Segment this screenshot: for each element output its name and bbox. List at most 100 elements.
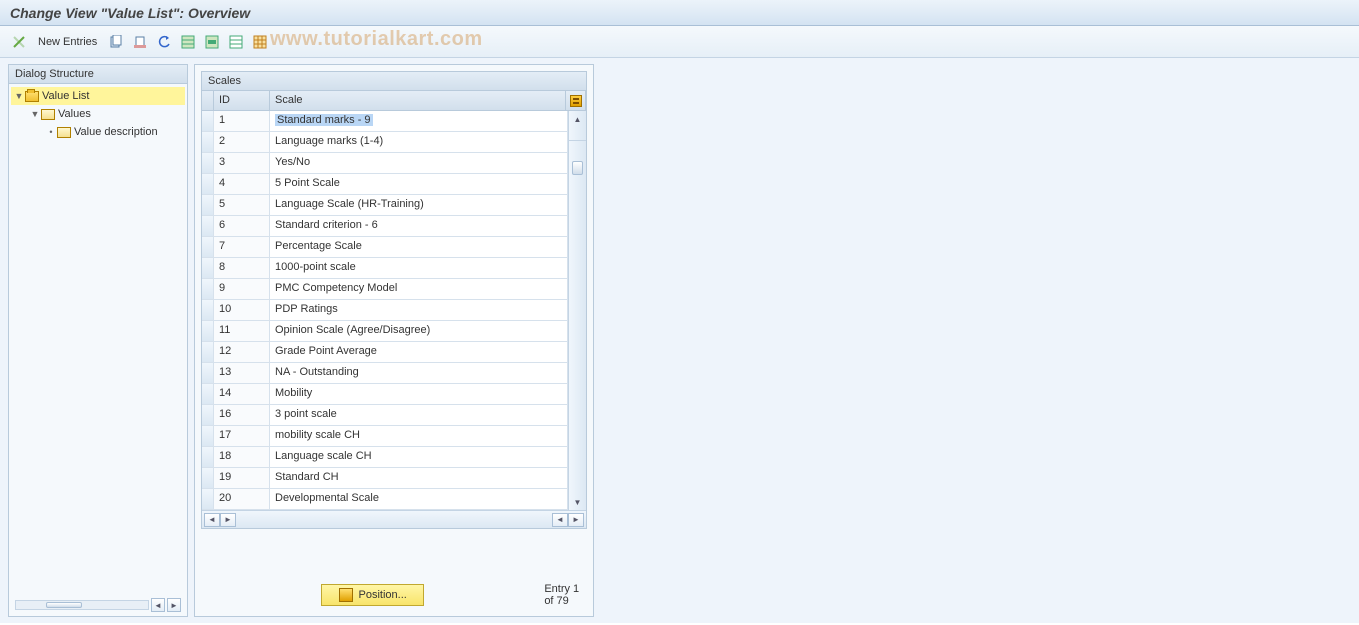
cell-scale[interactable]: 3 point scale — [270, 405, 568, 425]
scroll-left-icon[interactable]: ◄ — [204, 513, 220, 527]
expand-icon[interactable]: ▼ — [13, 91, 25, 101]
cell-scale[interactable]: Language marks (1-4) — [270, 132, 568, 152]
row-selector[interactable] — [202, 279, 214, 299]
table-row[interactable]: 20Developmental Scale — [202, 489, 568, 510]
table-row[interactable]: 10PDP Ratings — [202, 300, 568, 321]
row-selector[interactable] — [202, 174, 214, 194]
cell-id[interactable]: 17 — [214, 426, 270, 446]
scroll-down-icon[interactable]: ▼ — [569, 494, 586, 510]
cell-scale[interactable]: Standard CH — [270, 468, 568, 488]
h-scrollbar[interactable]: ◄ ► ◄ ► — [202, 510, 586, 528]
table-row[interactable]: 6Standard criterion - 6 — [202, 216, 568, 237]
cell-scale[interactable]: Standard criterion - 6 — [270, 216, 568, 236]
scrollbar-track[interactable] — [15, 600, 149, 610]
table-row[interactable]: 7Percentage Scale — [202, 237, 568, 258]
position-button[interactable]: Position... — [321, 584, 424, 606]
table-row[interactable]: 163 point scale — [202, 405, 568, 426]
cell-id[interactable]: 10 — [214, 300, 270, 320]
select-block-icon[interactable] — [203, 33, 221, 51]
row-selector[interactable] — [202, 426, 214, 446]
table-row[interactable]: 13NA - Outstanding — [202, 363, 568, 384]
toggle-edit-icon[interactable] — [10, 33, 28, 51]
row-selector[interactable] — [202, 489, 214, 509]
col-config-button[interactable] — [566, 91, 586, 110]
table-row[interactable]: 5Language Scale (HR-Training) — [202, 195, 568, 216]
panel-h-scrollbar[interactable]: ◄ ► — [15, 597, 181, 613]
scroll-right-icon[interactable]: ► — [167, 598, 181, 612]
table-row[interactable]: 45 Point Scale — [202, 174, 568, 195]
table-row[interactable]: 19Standard CH — [202, 468, 568, 489]
new-entries-button[interactable]: New Entries — [34, 34, 101, 50]
table-row[interactable]: 1Standard marks - 9 — [202, 111, 568, 132]
col-select-all[interactable] — [202, 91, 214, 110]
table-row[interactable]: 9PMC Competency Model — [202, 279, 568, 300]
cell-scale[interactable]: Developmental Scale — [270, 489, 568, 509]
cell-id[interactable]: 12 — [214, 342, 270, 362]
cell-scale[interactable]: Grade Point Average — [270, 342, 568, 362]
cell-scale[interactable]: 1000-point scale — [270, 258, 568, 278]
cell-scale[interactable]: mobility scale CH — [270, 426, 568, 446]
scroll-right-icon[interactable]: ► — [568, 513, 584, 527]
cell-id[interactable]: 2 — [214, 132, 270, 152]
cell-id[interactable]: 11 — [214, 321, 270, 341]
row-selector[interactable] — [202, 153, 214, 173]
table-row[interactable]: 18Language scale CH — [202, 447, 568, 468]
expand-icon[interactable]: ▼ — [29, 109, 41, 119]
select-all-icon[interactable] — [179, 33, 197, 51]
row-selector[interactable] — [202, 132, 214, 152]
table-row[interactable]: 12Grade Point Average — [202, 342, 568, 363]
cell-scale[interactable]: 5 Point Scale — [270, 174, 568, 194]
scroll-left-icon[interactable]: ◄ — [151, 598, 165, 612]
row-selector[interactable] — [202, 405, 214, 425]
scroll-left-icon[interactable]: ◄ — [552, 513, 568, 527]
row-selector[interactable] — [202, 468, 214, 488]
table-row[interactable]: 11Opinion Scale (Agree/Disagree) — [202, 321, 568, 342]
table-row[interactable]: 2Language marks (1-4) — [202, 132, 568, 153]
cell-id[interactable]: 3 — [214, 153, 270, 173]
cell-scale[interactable]: PMC Competency Model — [270, 279, 568, 299]
row-selector[interactable] — [202, 300, 214, 320]
tree-node-value-list[interactable]: ▼ Value List — [11, 87, 185, 105]
scrollbar-thumb[interactable] — [46, 602, 82, 608]
row-selector[interactable] — [202, 195, 214, 215]
scroll-right-icon[interactable]: ► — [220, 513, 236, 527]
table-row[interactable]: 14Mobility — [202, 384, 568, 405]
cell-id[interactable]: 18 — [214, 447, 270, 467]
scrollbar-thumb[interactable] — [572, 161, 583, 175]
v-scrollbar[interactable]: ▲ ▼ — [568, 111, 586, 510]
cell-scale[interactable]: NA - Outstanding — [270, 363, 568, 383]
scroll-up-icon[interactable]: ▲ — [569, 111, 586, 127]
row-selector[interactable] — [202, 321, 214, 341]
tree-node-value-description[interactable]: • Value description — [11, 123, 185, 141]
cell-id[interactable]: 6 — [214, 216, 270, 236]
cell-scale[interactable]: Mobility — [270, 384, 568, 404]
cell-scale[interactable]: Language scale CH — [270, 447, 568, 467]
table-view-icon[interactable] — [251, 33, 269, 51]
cell-scale[interactable]: Standard marks - 9 — [270, 111, 568, 131]
delete-icon[interactable] — [131, 33, 149, 51]
cell-scale[interactable]: Language Scale (HR-Training) — [270, 195, 568, 215]
cell-id[interactable]: 19 — [214, 468, 270, 488]
col-id[interactable]: ID — [214, 91, 270, 110]
table-row[interactable]: 17mobility scale CH — [202, 426, 568, 447]
row-selector[interactable] — [202, 216, 214, 236]
cell-scale[interactable]: Yes/No — [270, 153, 568, 173]
cell-id[interactable]: 4 — [214, 174, 270, 194]
row-selector[interactable] — [202, 342, 214, 362]
cell-id[interactable]: 7 — [214, 237, 270, 257]
row-selector[interactable] — [202, 111, 214, 131]
table-row[interactable]: 81000-point scale — [202, 258, 568, 279]
row-selector[interactable] — [202, 447, 214, 467]
row-selector[interactable] — [202, 384, 214, 404]
cell-id[interactable]: 5 — [214, 195, 270, 215]
cell-id[interactable]: 14 — [214, 384, 270, 404]
table-row[interactable]: 3Yes/No — [202, 153, 568, 174]
col-scale[interactable]: Scale — [270, 91, 566, 110]
row-selector[interactable] — [202, 363, 214, 383]
cell-scale[interactable]: Percentage Scale — [270, 237, 568, 257]
cell-id[interactable]: 1 — [214, 111, 270, 131]
undo-icon[interactable] — [155, 33, 173, 51]
copy-icon[interactable] — [107, 33, 125, 51]
cell-id[interactable]: 9 — [214, 279, 270, 299]
row-selector[interactable] — [202, 237, 214, 257]
